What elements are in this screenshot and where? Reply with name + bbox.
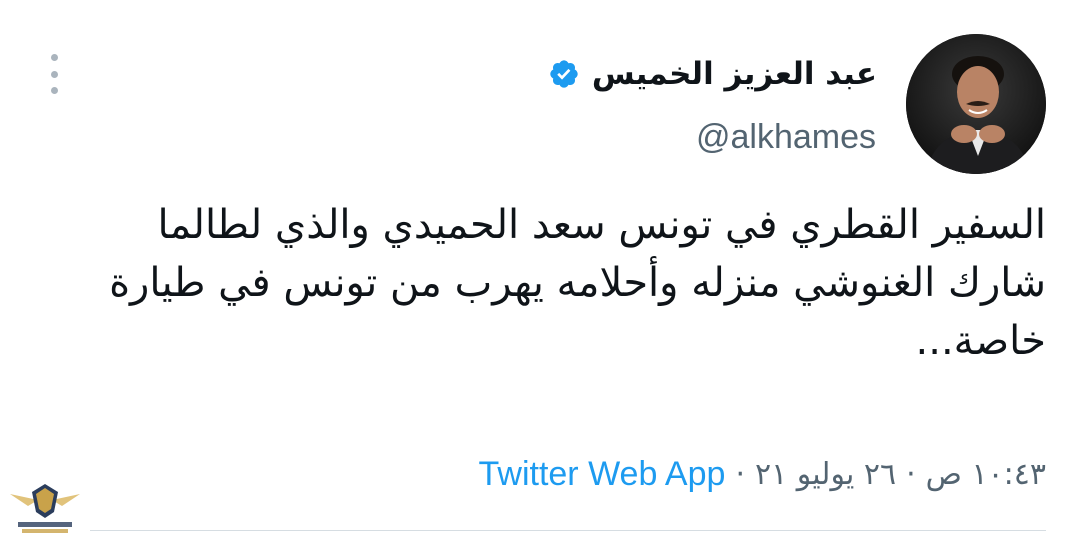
tweet-date[interactable]: ٢٦ يوليو ٢١ <box>755 457 896 492</box>
author-name[interactable]: عبد العزيز الخميس <box>592 56 877 92</box>
more-options-icon[interactable] <box>44 54 64 94</box>
tweet-source-link[interactable]: Twitter Web App <box>479 455 726 494</box>
author-handle[interactable]: @alkhames <box>696 118 876 157</box>
avatar[interactable] <box>906 34 1046 174</box>
meta-separator: · <box>735 456 745 492</box>
more-dot <box>50 54 58 61</box>
more-dot <box>50 87 58 94</box>
verified-badge-icon <box>550 60 578 88</box>
divider <box>90 530 1046 531</box>
watermark-emblem-icon <box>10 484 80 533</box>
tweet-meta: ١٠:٤٣ ص · ٢٦ يوليو ٢١ · Twitter Web App <box>479 452 1047 496</box>
author-name-row[interactable]: عبد العزيز الخميس <box>548 52 877 96</box>
avatar-photo <box>906 34 1046 174</box>
tweet-time[interactable]: ١٠:٤٣ ص <box>926 457 1046 492</box>
watermark-logo <box>8 478 82 536</box>
tweet-text: السفير القطري في تونس سعد الحميدي والذي … <box>109 202 1046 364</box>
meta-separator: · <box>906 456 916 492</box>
more-dot <box>50 70 58 78</box>
